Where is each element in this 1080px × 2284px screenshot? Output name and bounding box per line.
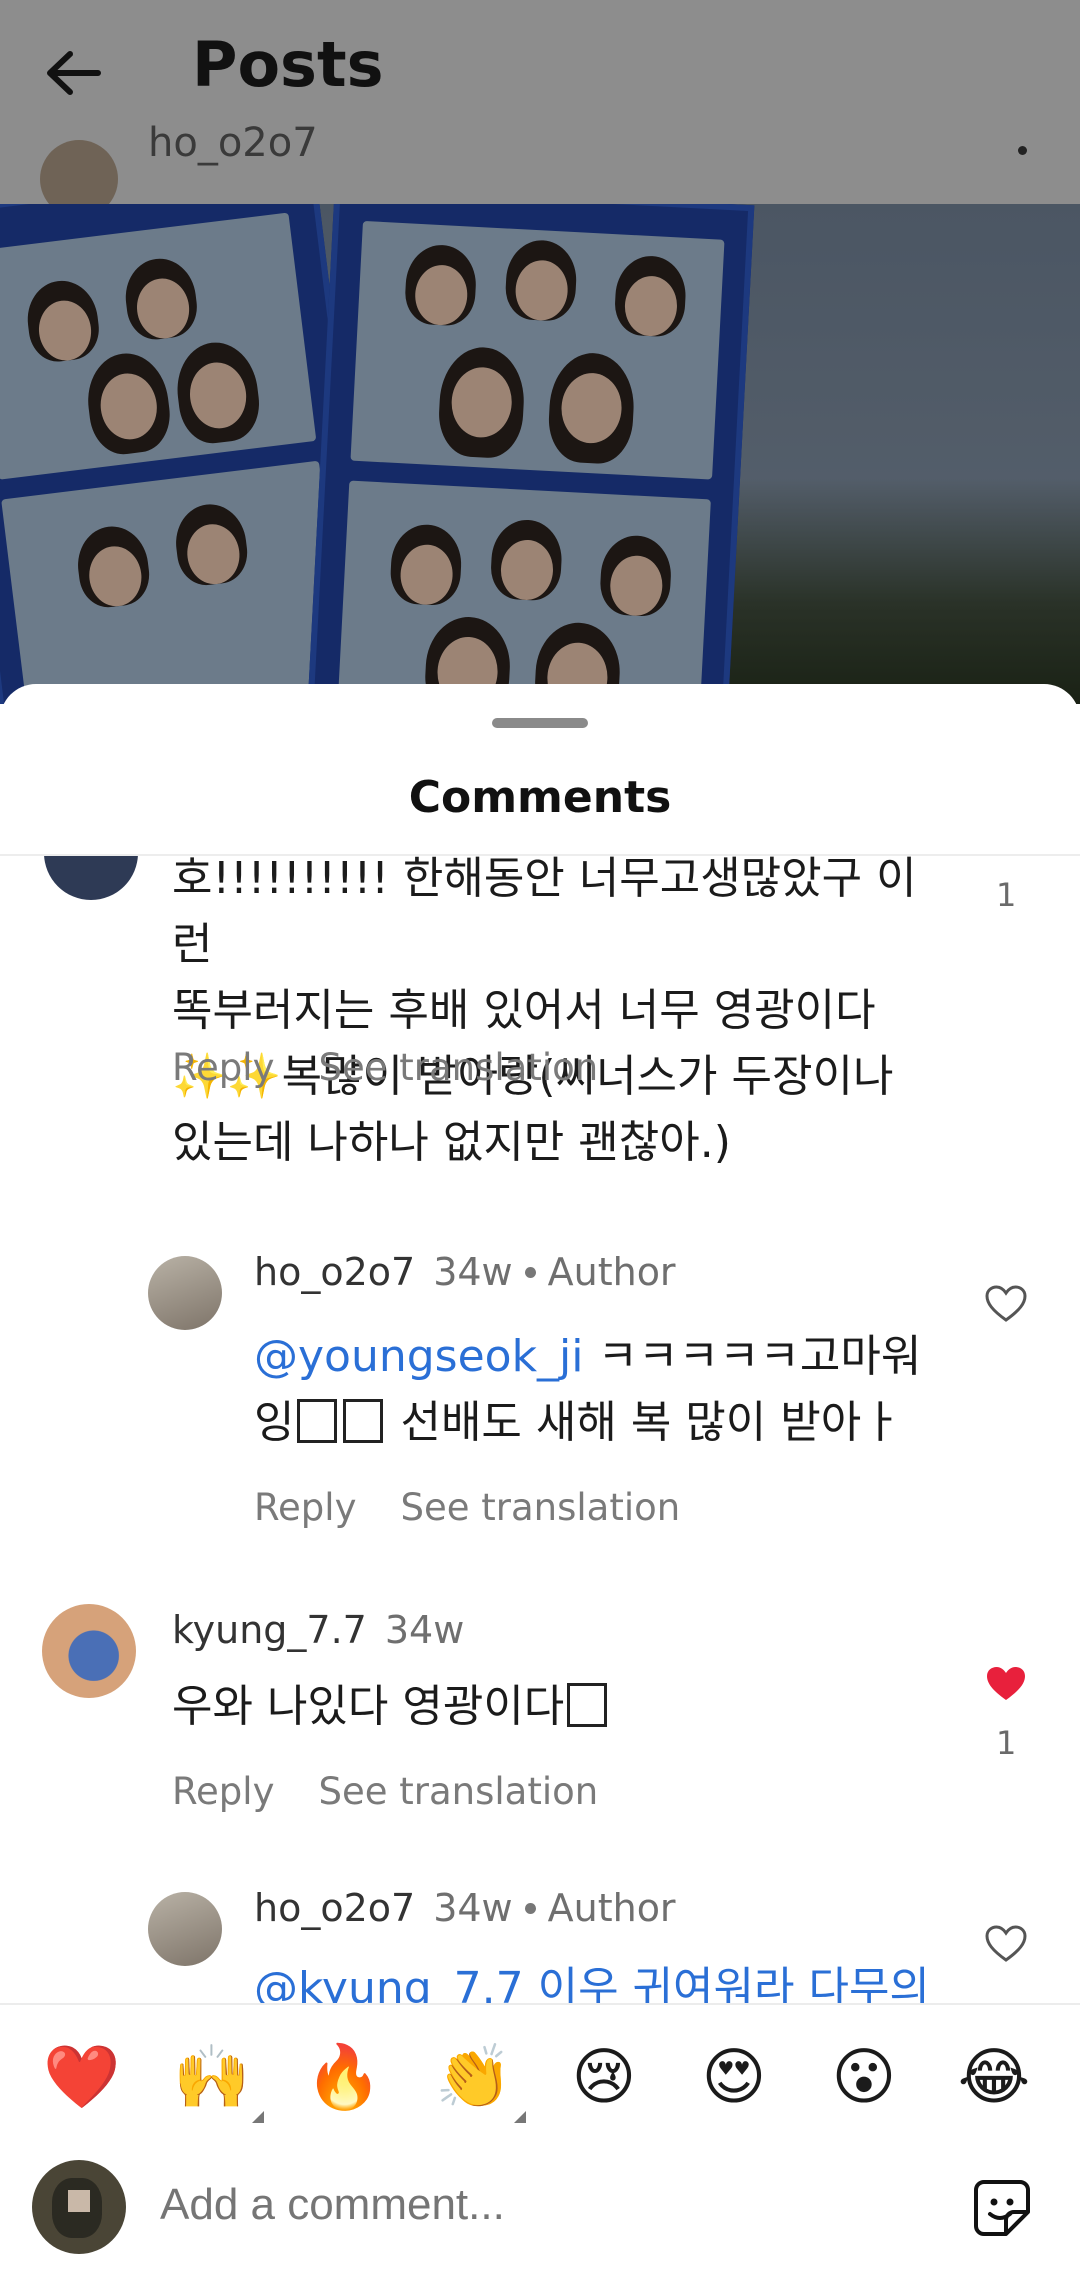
surprised-face-emoji[interactable]: 😮 bbox=[824, 2037, 904, 2117]
top-bar: Posts ho_o2o7 bbox=[0, 0, 1080, 204]
author-badge: Author bbox=[547, 1886, 676, 1930]
more-options-icon[interactable] bbox=[1018, 146, 1027, 155]
see-translation-button[interactable]: See translation bbox=[400, 1486, 680, 1529]
comment-item: 호!!!!!!!!!! 한해동안 너무고생많았구 이런 똑부러지는 후배 있어서… bbox=[0, 856, 1080, 1196]
see-translation-button[interactable]: See translation bbox=[318, 1046, 598, 1089]
comments-list[interactable]: 호!!!!!!!!!! 한해동안 너무고생많았구 이런 똑부러지는 후배 있어서… bbox=[0, 856, 1080, 2004]
reply-button[interactable]: Reply bbox=[254, 1486, 356, 1529]
commenter-avatar[interactable] bbox=[42, 1604, 136, 1698]
sheet-title: Comments bbox=[408, 772, 672, 823]
liked-heart-icon[interactable] bbox=[984, 1664, 1028, 1704]
comment-meta: ho_o2o7 34w Author bbox=[254, 1250, 676, 1294]
post-author-avatar[interactable] bbox=[40, 140, 118, 204]
commenter-avatar[interactable] bbox=[44, 856, 138, 900]
commenter-avatar[interactable] bbox=[148, 1892, 222, 1966]
arrow-left-icon[interactable] bbox=[38, 38, 108, 108]
like-heart-icon[interactable] bbox=[984, 1284, 1028, 1324]
sticker-icon[interactable] bbox=[970, 2176, 1034, 2240]
raising-hands-emoji[interactable]: 🙌 bbox=[172, 2037, 264, 2123]
comment-actions: Reply See translation bbox=[172, 1046, 642, 1089]
like-count: 1 bbox=[996, 1724, 1017, 1762]
see-translation-button[interactable]: See translation bbox=[318, 1770, 598, 1813]
comment-input[interactable] bbox=[160, 2170, 920, 2240]
comment-username[interactable]: ho_o2o7 bbox=[254, 1886, 415, 1930]
variants-indicator bbox=[252, 2111, 264, 2123]
like-heart-icon[interactable] bbox=[984, 1924, 1028, 1964]
crying-face-emoji[interactable]: 😢 bbox=[564, 2037, 644, 2117]
comment-actions: Reply See translation bbox=[254, 1486, 724, 1529]
separator-dot bbox=[524, 1267, 536, 1278]
comment-time: 34w bbox=[384, 1608, 465, 1652]
heart-eyes-emoji[interactable]: 😍 bbox=[694, 2037, 774, 2117]
post-image bbox=[0, 204, 1080, 704]
clapping-hands-emoji[interactable]: 👏 bbox=[434, 2037, 526, 2123]
reply-button[interactable]: Reply bbox=[172, 1770, 274, 1813]
page-title: Posts bbox=[192, 28, 384, 101]
tears-of-joy-emoji[interactable]: 😂 bbox=[954, 2037, 1034, 2117]
variants-indicator bbox=[514, 2111, 526, 2123]
comment-time: 34w bbox=[433, 1886, 513, 1930]
comment-meta: ho_o2o7 34w Author bbox=[254, 1886, 676, 1930]
comment-time: 34w bbox=[433, 1250, 513, 1294]
author-badge: Author bbox=[547, 1250, 676, 1294]
mention-link[interactable]: @youngseok_ji bbox=[254, 1331, 584, 1382]
like-count: 1 bbox=[996, 876, 1017, 914]
comment-text: 우와 나있다 영광이다 bbox=[172, 1674, 932, 1740]
comment-text: 호!!!!!!!!!! 한해동안 너무고생많았구 이런 똑부러지는 후배 있어서… bbox=[172, 856, 917, 1168]
drag-handle[interactable] bbox=[492, 718, 588, 728]
current-user-avatar bbox=[32, 2160, 126, 2254]
fire-emoji[interactable]: 🔥 bbox=[304, 2037, 384, 2117]
post-author-username[interactable]: ho_o2o7 bbox=[148, 120, 318, 166]
comment-username[interactable]: kyung_7.7 bbox=[172, 1608, 367, 1652]
comment-username[interactable]: ho_o2o7 bbox=[254, 1250, 415, 1294]
commenter-avatar[interactable] bbox=[148, 1256, 222, 1330]
red-heart-emoji[interactable]: ❤️ bbox=[42, 2037, 122, 2117]
comment-meta: kyung_7.7 34w bbox=[172, 1608, 464, 1652]
separator-dot bbox=[524, 1903, 536, 1914]
reply-button[interactable]: Reply bbox=[172, 1046, 274, 1089]
comment-text: @kyung_7.7 이우 귀여워라 다무의 bbox=[254, 1963, 930, 2004]
comment-text: @youngseok_ji ㅋㅋㅋㅋㅋ고마워 잉 선배도 새해 복 많이 받아ㅏ bbox=[254, 1331, 922, 1448]
comment-actions: Reply See translation bbox=[172, 1770, 642, 1813]
comment-composer-area: ❤️ 🙌 🔥 👏 😢 😍 😮 😂 bbox=[0, 2003, 1080, 2284]
